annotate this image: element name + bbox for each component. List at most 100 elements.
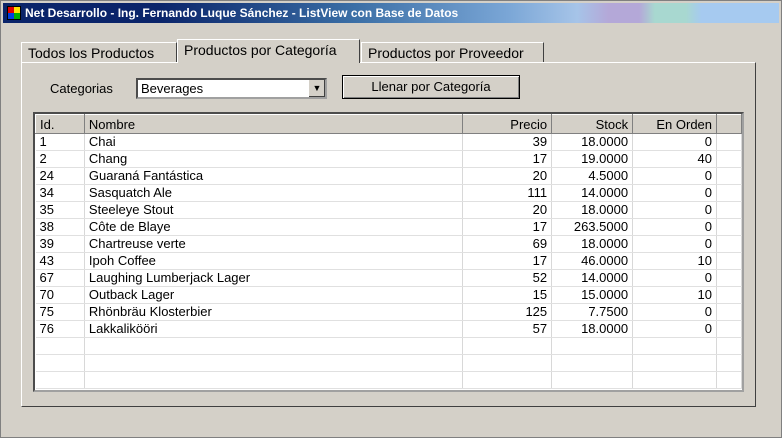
table-row[interactable]: 34 Sasquatch Ale 111 14.0000 0	[35, 184, 742, 202]
cell-id: 75	[35, 303, 85, 321]
cell-stock: 263.5000	[551, 218, 634, 236]
cell-filler	[716, 201, 742, 219]
column-header-stock[interactable]: Stock	[551, 114, 634, 134]
cell-stock: 4.5000	[551, 167, 634, 185]
categorias-label: Categorias	[50, 81, 113, 96]
cell-filler	[716, 133, 742, 151]
cell-stock: 18.0000	[551, 201, 634, 219]
application-window: Net Desarrollo - Ing. Fernando Luque Sán…	[0, 0, 782, 438]
cell-nombre: Outback Lager	[84, 286, 464, 304]
cell-nombre: Chang	[84, 150, 464, 168]
cell-filler	[716, 218, 742, 236]
empty-row	[35, 371, 742, 389]
cell-stock: 14.0000	[551, 269, 634, 287]
cell-stock: 15.0000	[551, 286, 634, 304]
cell-stock: 18.0000	[551, 133, 634, 151]
table-row[interactable]: 1 Chai 39 18.0000 0	[35, 133, 742, 151]
cell-en-orden: 0	[632, 167, 718, 185]
cell-precio: 57	[462, 320, 553, 338]
cell-precio: 39	[462, 133, 553, 151]
tab-todos-los-productos[interactable]: Todos los Productos	[21, 42, 177, 62]
cell-filler	[716, 150, 742, 168]
tab-label: Productos por Proveedor	[368, 45, 524, 61]
category-combobox[interactable]: Beverages ▼	[136, 78, 327, 99]
cell-id: 43	[35, 252, 85, 270]
empty-cell	[462, 337, 553, 355]
cell-en-orden: 0	[632, 201, 718, 219]
cell-id: 67	[35, 269, 85, 287]
cell-en-orden: 0	[632, 184, 718, 202]
cell-id: 2	[35, 150, 85, 168]
cell-precio: 15	[462, 286, 553, 304]
cell-precio: 20	[462, 201, 553, 219]
cell-stock: 46.0000	[551, 252, 634, 270]
cell-nombre: Steeleye Stout	[84, 201, 464, 219]
empty-cell	[84, 371, 464, 389]
column-header-nombre[interactable]: Nombre	[83, 114, 464, 134]
cell-en-orden: 40	[632, 150, 718, 168]
empty-cell	[35, 337, 85, 355]
chevron-down-icon[interactable]: ▼	[308, 80, 325, 97]
table-row[interactable]: 67 Laughing Lumberjack Lager 52 14.0000 0	[35, 269, 742, 287]
table-row[interactable]: 39 Chartreuse verte 69 18.0000 0	[35, 235, 742, 253]
table-row[interactable]: 75 Rhönbräu Klosterbier 125 7.7500 0	[35, 303, 742, 321]
llenar-por-categoria-button[interactable]: Llenar por Categoría	[342, 75, 520, 99]
cell-nombre: Lakkalikööri	[84, 320, 464, 338]
tab-productos-por-categoria[interactable]: Productos por Categoría	[177, 39, 360, 63]
table-row[interactable]: 70 Outback Lager 15 15.0000 10	[35, 286, 742, 304]
tab-label: Todos los Productos	[28, 45, 155, 61]
cell-id: 39	[35, 235, 85, 253]
cell-filler	[716, 286, 742, 304]
empty-cell	[35, 371, 85, 389]
cell-precio: 69	[462, 235, 553, 253]
empty-cell	[35, 354, 85, 372]
tab-productos-por-proveedor[interactable]: Productos por Proveedor	[361, 42, 544, 62]
cell-precio: 52	[462, 269, 553, 287]
cell-nombre: Sasquatch Ale	[84, 184, 464, 202]
table-row[interactable]: 35 Steeleye Stout 20 18.0000 0	[35, 201, 742, 219]
table-row[interactable]: 43 Ipoh Coffee 17 46.0000 10	[35, 252, 742, 270]
empty-cell	[551, 371, 634, 389]
cell-stock: 7.7500	[551, 303, 634, 321]
column-header-id[interactable]: Id.	[35, 114, 85, 134]
empty-cell	[551, 354, 634, 372]
column-header-precio[interactable]: Precio	[462, 114, 553, 134]
cell-precio: 20	[462, 167, 553, 185]
table-row[interactable]: 2 Chang 17 19.0000 40	[35, 150, 742, 168]
window-title: Net Desarrollo - Ing. Fernando Luque Sán…	[25, 6, 459, 20]
title-bar[interactable]: Net Desarrollo - Ing. Fernando Luque Sán…	[3, 3, 779, 23]
column-header-en-orden[interactable]: En Orden	[632, 114, 718, 134]
application-icon[interactable]	[7, 6, 21, 20]
column-header-filler	[716, 114, 742, 134]
cell-precio: 17	[462, 150, 553, 168]
cell-en-orden: 10	[632, 252, 718, 270]
cell-en-orden: 0	[632, 303, 718, 321]
cell-nombre: Rhönbräu Klosterbier	[84, 303, 464, 321]
cell-precio: 111	[462, 184, 553, 202]
cell-en-orden: 0	[632, 269, 718, 287]
category-selected-value: Beverages	[141, 81, 204, 96]
cell-en-orden: 0	[632, 235, 718, 253]
empty-cell	[632, 337, 718, 355]
cell-filler	[716, 303, 742, 321]
cell-nombre: Guaraná Fantástica	[84, 167, 464, 185]
table-row[interactable]: 24 Guaraná Fantástica 20 4.5000 0	[35, 167, 742, 185]
cell-precio: 17	[462, 252, 553, 270]
empty-cell	[632, 371, 718, 389]
cell-id: 24	[35, 167, 85, 185]
products-listview[interactable]: Id. Nombre Precio Stock En Orden 1 Chai 39…	[33, 112, 744, 392]
header-row: Id. Nombre Precio Stock En Orden	[35, 114, 742, 134]
table-row[interactable]: 38 Côte de Blaye 17 263.5000 0	[35, 218, 742, 236]
empty-cell	[551, 337, 634, 355]
empty-cell	[716, 371, 742, 389]
cell-en-orden: 10	[632, 286, 718, 304]
cell-id: 70	[35, 286, 85, 304]
table-row[interactable]: 76 Lakkalikööri 57 18.0000 0	[35, 320, 742, 338]
empty-row	[35, 337, 742, 355]
empty-cell	[716, 354, 742, 372]
cell-precio: 17	[462, 218, 553, 236]
empty-cell	[84, 354, 464, 372]
table-body: 1 Chai 39 18.0000 0 2 Chang 17 19.0000 40 24 Guaran…	[35, 133, 742, 389]
empty-cell	[462, 371, 553, 389]
cell-filler	[716, 320, 742, 338]
